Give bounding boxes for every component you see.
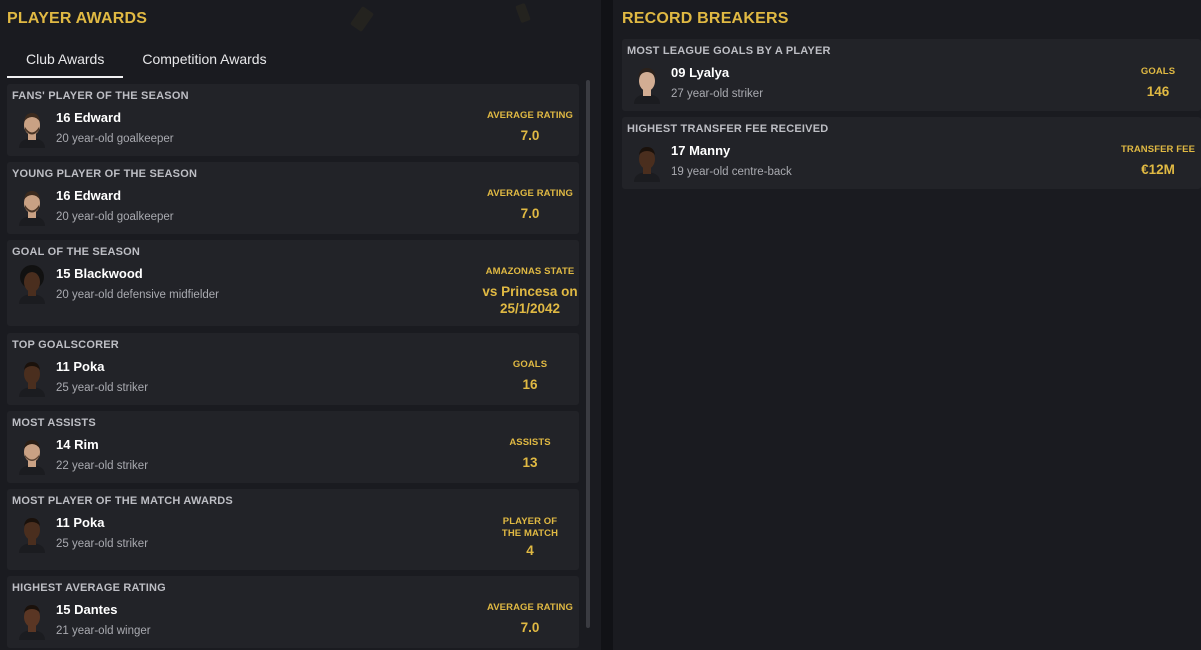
award-card-goal-of-season[interactable]: GOAL OF THE SEASON 15 Blackwood 20 year-… <box>7 240 579 326</box>
panel-title: RECORD BREAKERS <box>622 10 789 27</box>
stat-value: 146 <box>1146 84 1170 99</box>
player-avatar-icon <box>19 518 45 553</box>
award-title: YOUNG PLAYER OF THE SEASON <box>12 168 198 180</box>
player-name[interactable]: 14 Rim <box>56 437 99 452</box>
record-card-highest-transfer-fee[interactable]: HIGHEST TRANSFER FEE RECEIVED 17 Manny 1… <box>622 117 1201 189</box>
stat-value: 4 <box>526 543 534 558</box>
record-title: HIGHEST TRANSFER FEE RECEIVED <box>627 123 829 135</box>
stat-label: PLAYER OF THE MATCH <box>501 516 559 539</box>
player-description: 25 year-old striker <box>56 382 149 394</box>
player-description: 19 year-old centre-back <box>671 166 792 178</box>
player-name[interactable]: 17 Manny <box>671 143 730 158</box>
player-name[interactable]: 16 Edward <box>56 110 121 125</box>
stat-label: GOALS <box>1140 66 1176 77</box>
stat-block: AVERAGE RATING 7.0 <box>477 188 583 222</box>
player-awards-panel: PLAYER AWARDS Club Awards Competition Aw… <box>0 0 601 650</box>
stat-value: 7.0 <box>520 128 540 143</box>
stat-value: €12M <box>1141 162 1175 177</box>
tab-competition-awards[interactable]: Competition Awards <box>123 40 285 78</box>
player-name[interactable]: 11 Poka <box>56 359 104 374</box>
stat-value: 16 <box>522 377 538 392</box>
player-description: 25 year-old striker <box>56 538 149 550</box>
award-card-most-potm[interactable]: MOST PLAYER OF THE MATCH AWARDS 11 Poka … <box>7 489 579 570</box>
record-title: MOST LEAGUE GOALS BY A PLAYER <box>627 45 831 57</box>
stat-block: GOALS 16 <box>477 359 583 393</box>
stat-label: GOALS <box>512 359 548 370</box>
player-avatar-icon <box>634 147 660 182</box>
player-description: 20 year-old defensive midfielder <box>56 289 220 301</box>
award-card-young-player[interactable]: YOUNG PLAYER OF THE SEASON 16 Edward 20 … <box>7 162 579 234</box>
stat-label: TRANSFER FEE <box>1120 144 1196 155</box>
confetti-decoration <box>515 2 531 24</box>
stat-block: ASSISTS 13 <box>477 437 583 471</box>
stat-value: vs Princesa on 25/1/2042 <box>482 284 578 316</box>
confetti-decoration <box>349 5 375 33</box>
record-card-most-league-goals[interactable]: MOST LEAGUE GOALS BY A PLAYER 09 Lyalya … <box>622 39 1201 111</box>
player-avatar-icon <box>19 362 45 397</box>
awards-scrollbar[interactable] <box>586 80 590 628</box>
player-name[interactable]: 11 Poka <box>56 515 104 530</box>
stat-label: ASSISTS <box>509 437 551 448</box>
stat-label: AMAZONAS STATE <box>485 266 575 277</box>
player-avatar-icon <box>634 68 660 104</box>
award-title: HIGHEST AVERAGE RATING <box>12 582 166 594</box>
player-name[interactable]: 16 Edward <box>56 188 121 203</box>
award-title: MOST ASSISTS <box>12 417 96 429</box>
award-card-most-assists[interactable]: MOST ASSISTS 14 Rim 22 year-old striker … <box>7 411 579 483</box>
player-description: 27 year-old striker <box>671 88 764 100</box>
stat-label: AVERAGE RATING <box>486 602 574 613</box>
stat-value: 7.0 <box>520 620 540 635</box>
award-tabs: Club Awards Competition Awards <box>7 40 286 78</box>
player-description: 22 year-old striker <box>56 460 149 472</box>
player-description: 20 year-old goalkeeper <box>56 211 174 223</box>
player-avatar-icon <box>19 113 45 148</box>
stat-block: TRANSFER FEE €12M <box>1118 144 1198 178</box>
stat-block: AMAZONAS STATE vs Princesa on 25/1/2042 <box>477 266 583 317</box>
player-name[interactable]: 15 Blackwood <box>56 266 143 281</box>
stat-block: AVERAGE RATING 7.0 <box>477 110 583 144</box>
stat-block: AVERAGE RATING 7.0 <box>477 602 583 636</box>
tab-club-awards[interactable]: Club Awards <box>7 40 124 78</box>
award-title: GOAL OF THE SEASON <box>12 246 141 258</box>
award-card-highest-avg-rating[interactable]: HIGHEST AVERAGE RATING 15 Dantes 21 year… <box>7 576 579 648</box>
stat-block: PLAYER OF THE MATCH 4 <box>495 516 565 559</box>
player-avatar-icon <box>19 440 45 475</box>
record-breakers-panel: RECORD BREAKERS MOST LEAGUE GOALS BY A P… <box>613 0 1201 650</box>
stat-label: AVERAGE RATING <box>486 110 574 121</box>
award-title: MOST PLAYER OF THE MATCH AWARDS <box>12 495 233 507</box>
player-avatar-icon <box>19 191 45 226</box>
stat-block: GOALS 146 <box>1118 66 1198 100</box>
award-title: TOP GOALSCORER <box>12 339 119 351</box>
player-description: 21 year-old winger <box>56 625 151 637</box>
player-name[interactable]: 09 Lyalya <box>671 65 729 80</box>
stat-label: AVERAGE RATING <box>486 188 574 199</box>
award-card-top-goalscorer[interactable]: TOP GOALSCORER 11 Poka 25 year-old strik… <box>7 333 579 405</box>
award-title: FANS' PLAYER OF THE SEASON <box>12 90 189 102</box>
player-description: 20 year-old goalkeeper <box>56 133 174 145</box>
player-name[interactable]: 15 Dantes <box>56 602 117 617</box>
player-avatar-icon <box>19 265 45 304</box>
player-avatar-icon <box>19 605 45 640</box>
stat-value: 13 <box>522 455 538 470</box>
panel-title: PLAYER AWARDS <box>7 10 148 27</box>
award-card-fans-player[interactable]: FANS' PLAYER OF THE SEASON 16 Edward 20 … <box>7 84 579 156</box>
stat-value: 7.0 <box>520 206 540 221</box>
